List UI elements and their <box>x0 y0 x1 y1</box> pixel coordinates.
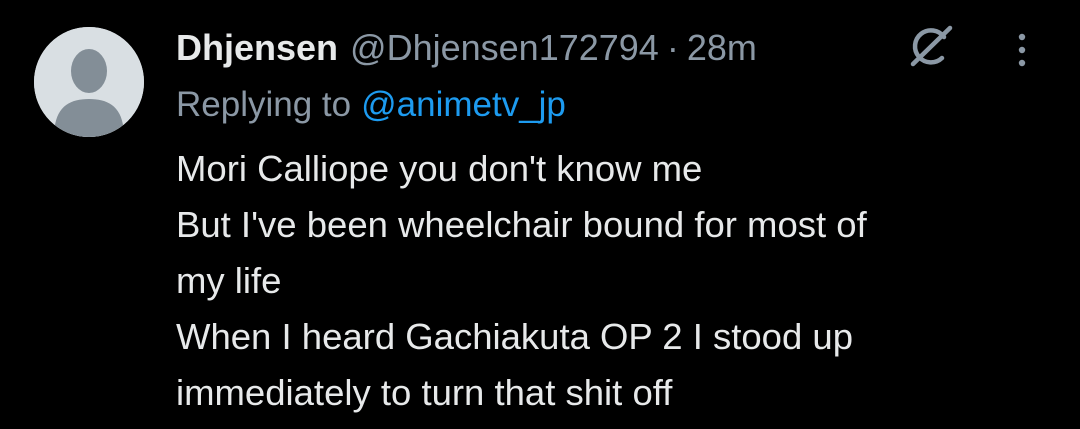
replying-to-row: Replying to @animetv_jp <box>176 78 566 132</box>
tweet-text-line: But I've been wheelchair bound for most … <box>176 204 867 245</box>
timestamp[interactable]: 28m <box>687 27 757 69</box>
tweet-text-line: When I heard Gachiakuta OP 2 I stood up <box>176 316 854 357</box>
default-avatar-icon <box>34 27 144 137</box>
display-name[interactable]: Dhjensen <box>176 27 338 69</box>
grok-icon[interactable] <box>905 24 955 70</box>
user-handle[interactable]: @Dhjensen172794 <box>350 27 659 69</box>
separator-dot: · <box>666 27 679 68</box>
tweet-text-line: my life <box>176 260 282 301</box>
tweet-header: Dhjensen @Dhjensen172794 · 28m <box>176 20 757 76</box>
avatar[interactable] <box>34 27 144 137</box>
tweet-text: Mori Calliope you don't know me But I've… <box>176 141 1056 421</box>
replying-to-label: Replying to <box>176 85 352 124</box>
tweet-text-line: immediately to turn that shit off <box>176 372 673 413</box>
replying-to-link[interactable]: @animetv_jp <box>361 85 566 125</box>
more-vertical-icon[interactable] <box>1010 30 1034 70</box>
tweet-text-line: Mori Calliope you don't know me <box>176 148 703 189</box>
